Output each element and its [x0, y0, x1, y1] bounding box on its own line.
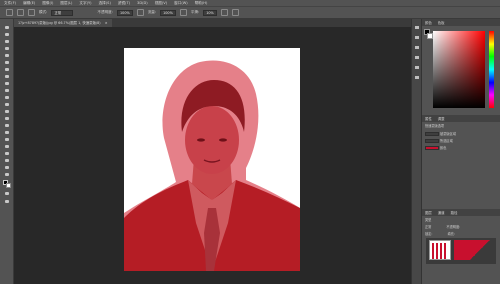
- layer-mask-thumbnail[interactable]: [454, 240, 494, 260]
- smoothing-label: 平滑:: [190, 10, 200, 14]
- hue-slider[interactable]: [489, 31, 494, 108]
- zoom-tool-icon[interactable]: [4, 165, 10, 170]
- color-picker-field[interactable]: [433, 31, 485, 108]
- quick-mask-options-label: 快速蒙版选项: [425, 124, 445, 128]
- tab-paths[interactable]: 路径: [451, 210, 458, 215]
- document-canvas[interactable]: [124, 48, 300, 271]
- move-tool-icon[interactable]: [4, 25, 10, 30]
- flow-label: 流量:: [147, 10, 157, 14]
- healing-brush-tool-icon[interactable]: [4, 74, 10, 79]
- mask-color-label: 颜色: [440, 146, 447, 150]
- properties-panel-tabs: 属性 调整: [422, 115, 500, 122]
- layer-kind-filter[interactable]: 类型: [425, 218, 431, 222]
- selected-area-label: 所选区域: [440, 139, 453, 143]
- crop-tool-icon[interactable]: [4, 53, 10, 58]
- layers-filter-row: 类型: [425, 217, 431, 222]
- layer-thumbnail[interactable]: [429, 240, 451, 260]
- collapsed-panel-strip: [411, 19, 421, 284]
- opacity-input[interactable]: 100%: [117, 9, 133, 16]
- marquee-tool-icon[interactable]: [4, 32, 10, 37]
- brush-panel-icon[interactable]: [414, 35, 420, 40]
- layers-list: [426, 238, 496, 264]
- properties-row-color: 颜色: [425, 145, 446, 150]
- mode-label: 模式:: [39, 10, 48, 14]
- selected-area-radio[interactable]: [425, 139, 439, 143]
- tab-swatches[interactable]: 色板: [438, 20, 445, 25]
- clone-stamp-tool-icon[interactable]: [4, 88, 10, 93]
- hand-tool-icon[interactable]: [4, 158, 10, 163]
- layers-panel-tabs: 图层 通道 路径: [422, 209, 500, 216]
- blur-tool-icon[interactable]: [4, 116, 10, 121]
- background-color-swatch[interactable]: [6, 183, 11, 188]
- color-panel-tabs: 颜色 色板: [422, 19, 500, 26]
- properties-row-masked: 被蒙版区域: [425, 131, 456, 136]
- mode-select[interactable]: 正常: [51, 9, 74, 16]
- lasso-tool-icon[interactable]: [4, 39, 10, 44]
- brush-preset-icon[interactable]: [17, 9, 24, 16]
- tools-panel: [0, 19, 14, 284]
- document-tab-bar: 1?jz+8789?(蒙版)jpg @ 66.7%(图层 1, 快速蒙版/8) …: [14, 19, 411, 27]
- flow-input[interactable]: 100%: [160, 9, 176, 16]
- mask-color-swatch[interactable]: [425, 146, 439, 150]
- gradient-tool-icon[interactable]: [4, 109, 10, 114]
- opacity-label: 不透明度:: [97, 10, 113, 14]
- document-tab[interactable]: 1?jz+8789?(蒙版)jpg @ 66.7%(图层 1, 快速蒙版/8) …: [14, 19, 112, 27]
- eyedropper-tool-icon[interactable]: [4, 67, 10, 72]
- smoothing-gear-icon[interactable]: [220, 9, 228, 16]
- symmetry-icon[interactable]: [231, 9, 239, 16]
- tab-layers[interactable]: 图层: [425, 210, 432, 215]
- path-select-tool-icon[interactable]: [4, 144, 10, 149]
- paragraph-panel-icon[interactable]: [414, 75, 420, 80]
- tab-channels[interactable]: 通道: [438, 210, 445, 215]
- brush-settings-icon[interactable]: [28, 9, 35, 16]
- portrait-image: [124, 60, 300, 271]
- lock-label: 锁定:: [425, 232, 433, 236]
- layers-lock-row: 锁定: 填充:: [425, 231, 455, 236]
- type-tool-icon[interactable]: [4, 137, 10, 142]
- pressure-opacity-icon[interactable]: [136, 9, 144, 16]
- layers-mode-row: 正常 不透明度:: [425, 224, 460, 229]
- quick-select-tool-icon[interactable]: [4, 46, 10, 51]
- airbrush-icon[interactable]: [179, 9, 187, 16]
- close-tab-icon[interactable]: ×: [105, 21, 108, 25]
- fill-label: 填充:: [447, 232, 455, 236]
- eraser-tool-icon[interactable]: [4, 102, 10, 107]
- info-panel-icon[interactable]: [414, 55, 420, 60]
- document-tab-title: 1?jz+8789?(蒙版)jpg @ 66.7%(图层 1, 快速蒙版/8): [18, 21, 101, 25]
- dodge-tool-icon[interactable]: [4, 123, 10, 128]
- smoothing-input[interactable]: 10%: [203, 9, 217, 16]
- history-brush-tool-icon[interactable]: [4, 95, 10, 100]
- properties-row-selected: 所选区域: [425, 138, 453, 143]
- rectangle-tool-icon[interactable]: [4, 151, 10, 156]
- frame-tool-icon[interactable]: [4, 60, 10, 65]
- history-panel-icon[interactable]: [414, 25, 420, 30]
- clone-source-panel-icon[interactable]: [414, 45, 420, 50]
- more-tools-icon[interactable]: [4, 172, 10, 177]
- properties-title: 快速蒙版选项: [425, 123, 444, 128]
- tab-properties[interactable]: 属性: [425, 116, 432, 121]
- pen-tool-icon[interactable]: [4, 130, 10, 135]
- options-bar: 模式: 正常 不透明度: 100% 流量: 100% 平滑: 10%: [0, 6, 500, 19]
- character-panel-icon[interactable]: [414, 65, 420, 70]
- masked-area-label: 被蒙版区域: [440, 132, 456, 136]
- tab-color[interactable]: 颜色: [425, 20, 432, 25]
- blend-mode-select[interactable]: 正常: [425, 225, 431, 229]
- home-icon[interactable]: [6, 9, 13, 16]
- tab-adjustments[interactable]: 调整: [438, 116, 445, 121]
- brush-tool-icon[interactable]: [4, 81, 10, 86]
- screen-mode-icon[interactable]: [4, 199, 10, 204]
- masked-area-radio[interactable]: [425, 132, 439, 136]
- layer-opacity-label: 不透明度:: [446, 225, 461, 229]
- quick-mask-icon[interactable]: [4, 191, 10, 196]
